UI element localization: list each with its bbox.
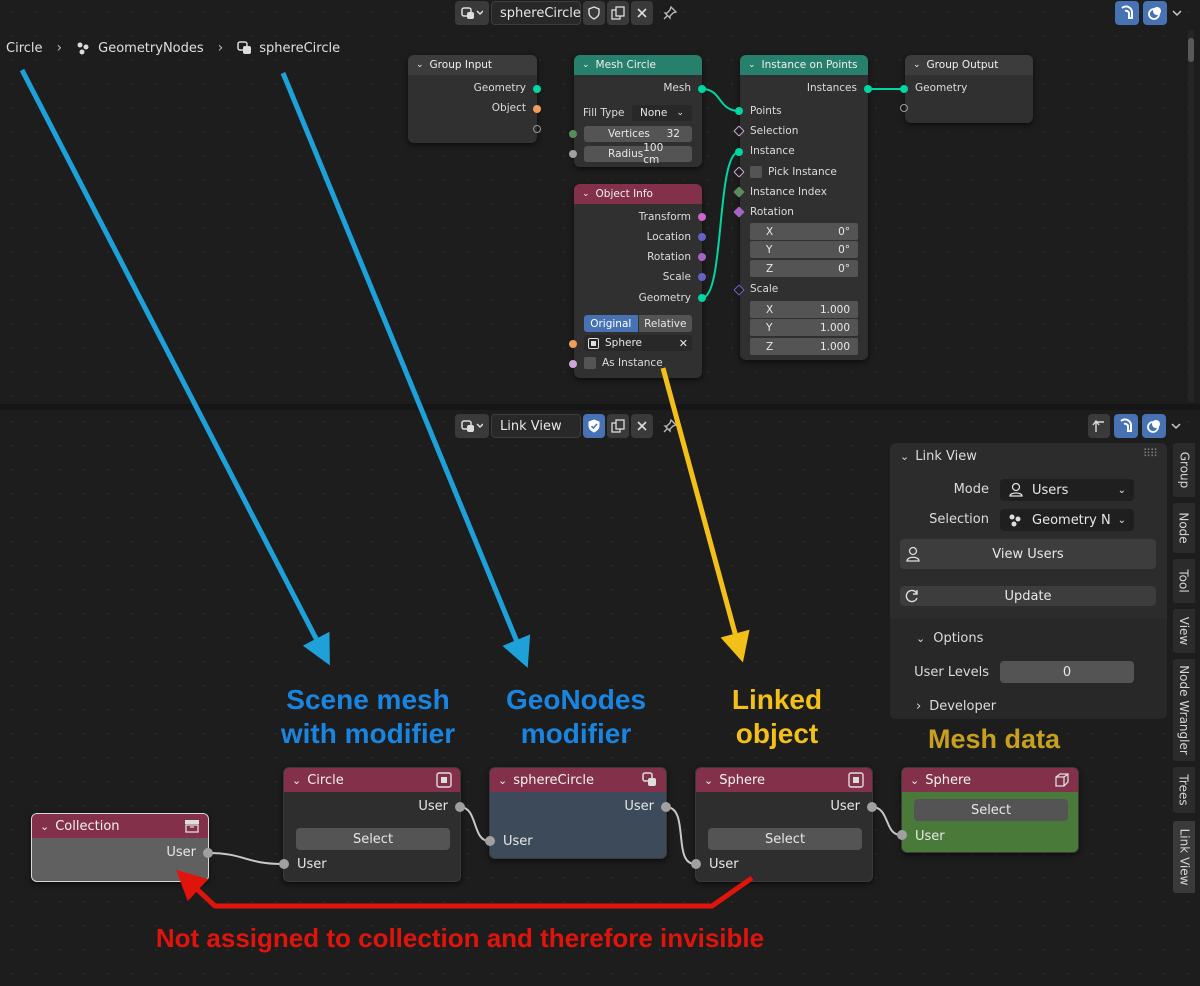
annotation-linked-object: Linked object	[731, 684, 823, 749]
blender-window: sphereCircle Circle › GeometryNodes › sp…	[0, 0, 1200, 986]
annotation-arrows	[19, 68, 754, 909]
arrow-scene-mesh	[19, 68, 330, 666]
arrow-geonodes	[280, 72, 531, 668]
arrow-not-assigned	[176, 869, 754, 909]
annotation-not-assigned: Not assigned to collection and therefore…	[155, 923, 765, 953]
annotation-geonodes: GeoNodes modifier	[505, 684, 647, 749]
annotation-scene-mesh: Scene mesh with modifier	[280, 684, 456, 749]
arrow-linked-object	[660, 367, 750, 663]
annotation-mesh-data: Mesh data	[927, 724, 1061, 754]
